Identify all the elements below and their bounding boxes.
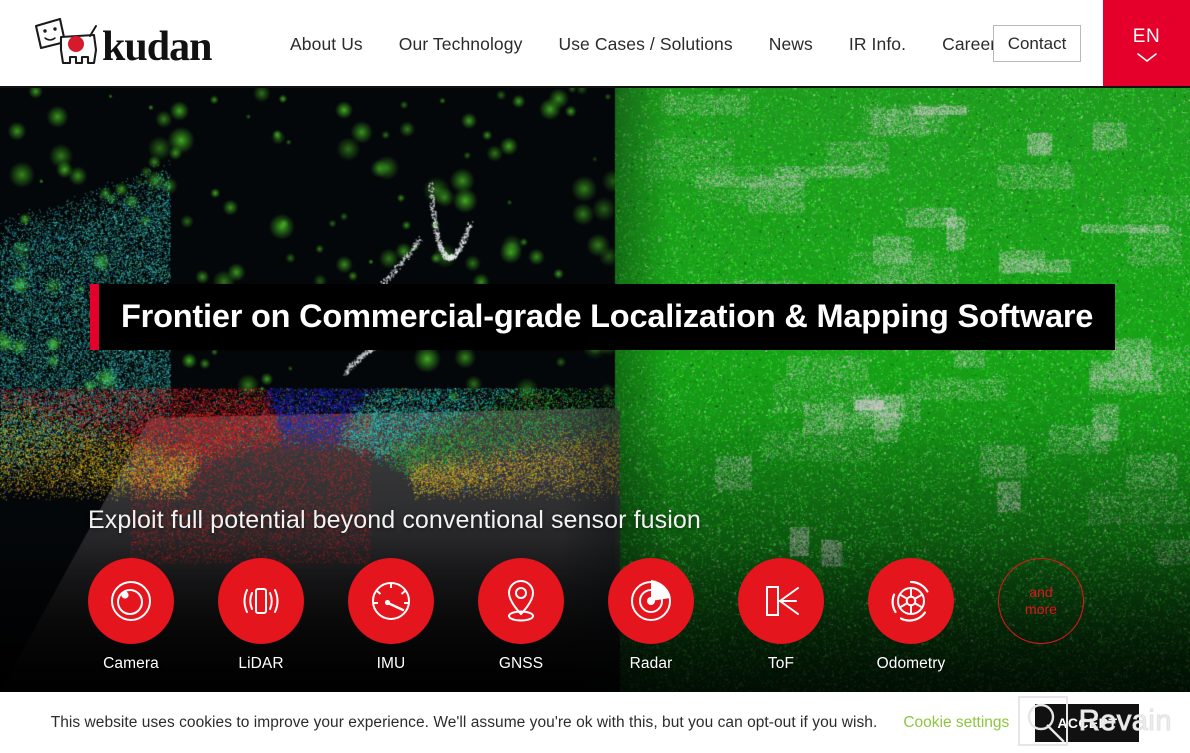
lidar-waves-icon: [243, 588, 279, 614]
and-more-line2: more: [1025, 601, 1057, 617]
and-more-badge[interactable]: and more: [998, 558, 1084, 644]
sensor-radar[interactable]: Radar: [608, 558, 694, 673]
map-pin-icon: [507, 579, 535, 622]
time-of-flight-icon: [766, 586, 799, 616]
wheel-icon-circle: [868, 558, 954, 644]
radar-sweep-icon-circle: [608, 558, 694, 644]
chevron-down-icon: [1136, 52, 1157, 62]
main-navigation: About Us Our Technology Use Cases / Solu…: [272, 0, 1023, 88]
sensor-label: ToF: [767, 655, 795, 672]
hero-section: Frontier on Commercial-grade Localizatio…: [0, 88, 1190, 692]
gauge-icon-circle: [348, 558, 434, 644]
nav-ir-info[interactable]: IR Info.: [831, 0, 924, 88]
gauge-icon: [372, 582, 410, 620]
sensor-label: LiDAR: [238, 655, 284, 672]
hero-subheadline: Exploit full potential beyond convention…: [88, 506, 701, 534]
sensor-camera[interactable]: Camera: [88, 558, 174, 673]
sensor-label: GNSS: [498, 655, 544, 672]
wheel-icon: [891, 580, 929, 622]
sensor-list: Camera LiDAR IMU GNSS Radar ToF Odometry…: [88, 558, 1084, 673]
nav-our-technology[interactable]: Our Technology: [381, 0, 541, 88]
hero-headline-block: Frontier on Commercial-grade Localizatio…: [90, 284, 1116, 350]
kudan-logo[interactable]: kudan: [30, 14, 235, 69]
sensor-lidar[interactable]: LiDAR: [218, 558, 304, 673]
site-header: kudan About Us Our Technology Use Cases …: [0, 0, 1190, 88]
headline-accent-bar: [90, 284, 99, 350]
sensor-odometry[interactable]: Odometry: [868, 558, 954, 673]
contact-button[interactable]: Contact: [993, 25, 1081, 62]
language-selector[interactable]: EN: [1103, 0, 1190, 88]
sensor-label: Odometry: [876, 655, 946, 672]
cookie-banner: This website uses cookies to improve you…: [0, 692, 1190, 753]
page-root: kudan About Us Our Technology Use Cases …: [0, 0, 1190, 753]
camera-lens-icon: [111, 581, 151, 621]
sensor-label: Camera: [103, 655, 159, 672]
nav-news[interactable]: News: [751, 0, 831, 88]
hero-headline: Frontier on Commercial-grade Localizatio…: [99, 284, 1116, 350]
cookie-accept-button[interactable]: ACCEPT: [1035, 703, 1140, 742]
sensor-label: Radar: [629, 655, 673, 672]
svg-text:kudan: kudan: [102, 24, 212, 69]
radar-sweep-icon: [631, 580, 671, 621]
cookie-message: This website uses cookies to improve you…: [50, 713, 878, 731]
language-label: EN: [1132, 25, 1161, 47]
time-of-flight-icon-circle: [738, 558, 824, 644]
header-divider: [0, 86, 1190, 88]
camera-lens-icon-circle: [88, 558, 174, 644]
lidar-waves-icon-circle: [218, 558, 304, 644]
sensor-tof[interactable]: ToF: [738, 558, 824, 673]
nav-use-cases-solutions[interactable]: Use Cases / Solutions: [540, 0, 750, 88]
and-more-line1: and: [1029, 583, 1053, 600]
sensor-label: IMU: [376, 655, 406, 672]
nav-about-us[interactable]: About Us: [272, 0, 381, 88]
map-pin-icon-circle: [478, 558, 564, 644]
sensor-imu[interactable]: IMU: [348, 558, 434, 673]
cookie-settings-link[interactable]: Cookie settings: [903, 714, 1009, 732]
sensor-gnss[interactable]: GNSS: [478, 558, 564, 673]
